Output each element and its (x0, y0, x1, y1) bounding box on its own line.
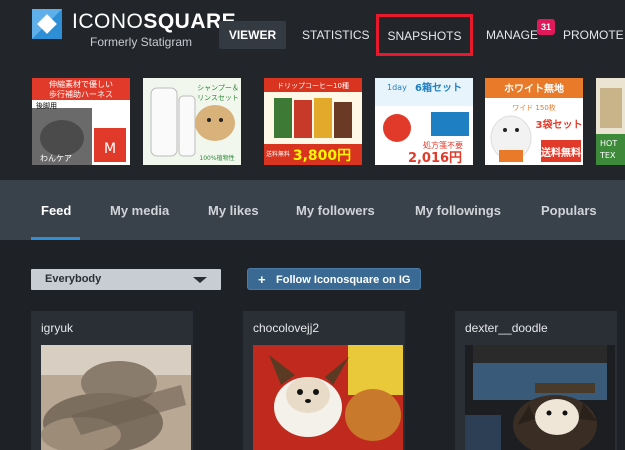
feed-card[interactable]: igryuk (31, 311, 193, 450)
tab-my-followers[interactable]: My followers (296, 203, 375, 218)
ad-text: 6箱セット (415, 81, 462, 94)
tab-my-media[interactable]: My media (110, 203, 169, 218)
ad-text: 歩行補助ハーネス (49, 89, 113, 99)
tab-my-followings[interactable]: My followings (415, 203, 501, 218)
ad-text: 1day (387, 83, 407, 92)
ad-harness-image: 伸縮素材で優しい 歩行補助ハーネス 後脚用 わんケア M (32, 78, 130, 165)
ad-text: 処方箋不要 (423, 140, 463, 150)
nav-viewer[interactable]: VIEWER (219, 21, 286, 49)
top-bar: ICONOSQUARE Formerly Statigram VIEWER ST… (0, 0, 625, 68)
card-username[interactable]: dexter__doodle (465, 321, 548, 335)
brand-subtitle: Formerly Statigram (90, 35, 193, 49)
ad-banner[interactable]: 伸縮素材で優しい 歩行補助ハーネス 後脚用 わんケア M (32, 78, 130, 165)
ad-text: シャンプー＆ (197, 84, 239, 92)
ad-text: 100%植物性 (199, 154, 234, 162)
ad-strip: 伸縮素材で優しい 歩行補助ハーネス 後脚用 わんケア M シャンプー＆ リンスセ… (0, 68, 625, 180)
ad-text: 3袋セット (536, 118, 583, 131)
audience-filter-value: Everybody (45, 273, 102, 285)
ad-coffee-image: ドリップコーヒー10種 送料無料 3,800円 (264, 78, 362, 165)
ad-text: TEX (599, 151, 616, 160)
card-photo-cat[interactable] (41, 345, 191, 450)
card-photo-dog-tv[interactable] (465, 345, 615, 450)
active-tab-indicator (31, 237, 80, 240)
ad-banner[interactable]: HOT TEX (596, 78, 625, 165)
feed-card[interactable]: dexter__doodle (455, 311, 617, 450)
tab-populars[interactable]: Populars (541, 203, 597, 218)
manage-notification-badge: 31 (537, 19, 555, 35)
nav-statistics[interactable]: STATISTICS (302, 21, 370, 49)
nav-promote[interactable]: PROMOTE (563, 21, 624, 49)
follow-iconosquare-button[interactable]: + Follow Iconosquare on IG (247, 268, 421, 290)
brand-name-light: ICONO (72, 10, 144, 33)
ad-text: 送料無料 (540, 146, 581, 159)
iconosquare-logo-icon[interactable] (32, 9, 62, 39)
ad-banner[interactable]: ドリップコーヒー10種 送料無料 3,800円 (264, 78, 362, 165)
card-username[interactable]: igryuk (41, 321, 73, 335)
ad-banner[interactable]: ホワイト無地 ワイド 150枚 3袋セット 送料無料 (485, 78, 583, 165)
ad-partial-image: HOT TEX (596, 78, 625, 165)
ad-text: 送料無料 (266, 150, 290, 158)
feed-card[interactable]: chocolovejj2 (243, 311, 405, 450)
chevron-down-icon (193, 277, 207, 283)
card-username[interactable]: chocolovejj2 (253, 321, 319, 335)
ad-contact-lens-image: 1day 6箱セット 処方箋不要 2,016円 (375, 78, 473, 165)
nav-manage[interactable]: MANAGE (486, 21, 538, 49)
plus-icon: + (258, 272, 266, 287)
ad-shampoo-image: シャンプー＆ リンスセット 100%植物性 (143, 78, 241, 165)
ad-text: 2,016円 (408, 151, 462, 165)
brand-name[interactable]: ICONOSQUARE (72, 10, 236, 34)
follow-button-label: Follow Iconosquare on IG (276, 274, 411, 286)
ad-text: ドリップコーヒー10種 (277, 82, 349, 90)
ad-text: 伸縮素材で優しい (49, 79, 113, 89)
ad-text: HOT (600, 139, 617, 148)
nav-snapshots[interactable]: SNAPSHOTS (376, 14, 473, 56)
ad-text: ワイド 150枚 (512, 103, 556, 112)
ad-text: 後脚用 (36, 101, 57, 110)
tab-feed[interactable]: Feed (41, 203, 71, 218)
ad-text: M (104, 141, 116, 157)
audience-filter-select[interactable]: Everybody (31, 269, 221, 290)
card-photo-dog[interactable] (253, 345, 403, 450)
ad-dog-sheet-image: ホワイト無地 ワイド 150枚 3袋セット 送料無料 (485, 78, 583, 165)
ad-text: リンスセット (197, 94, 239, 102)
feed-tab-bar: Feed My media My likes My followers My f… (0, 180, 625, 240)
ad-banner[interactable]: 1day 6箱セット 処方箋不要 2,016円 (375, 78, 473, 165)
ad-text: わんケア (40, 154, 72, 163)
ad-text: ホワイト無地 (504, 82, 564, 95)
ad-text: 3,800円 (293, 148, 351, 164)
tab-my-likes[interactable]: My likes (208, 203, 259, 218)
ad-banner[interactable]: シャンプー＆ リンスセット 100%植物性 (143, 78, 241, 165)
